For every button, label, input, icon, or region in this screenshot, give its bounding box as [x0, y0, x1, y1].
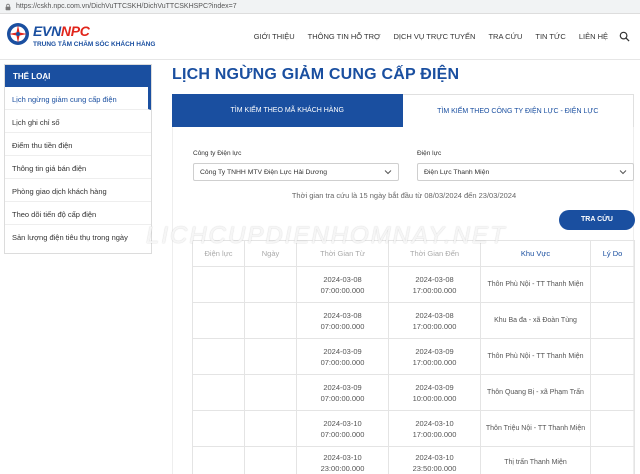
brand-tagline: TRUNG TÂM CHĂM SÓC KHÁCH HÀNG — [33, 41, 156, 48]
sidebar-item-san-luong-dien[interactable]: Sản lượng điện tiêu thụ trong ngày — [5, 225, 151, 248]
main-nav: GIỚI THIỆU THÔNG TIN HỖ TRỢ DỊCH VỤ TRỰC… — [241, 31, 630, 42]
from-cell: 2024-03-08 07:00:00.000 — [296, 302, 389, 339]
column-header-ngay: Ngày — [244, 240, 297, 267]
sidebar-item-lich-ngung-giam[interactable]: Lịch ngừng giảm cung cấp điện — [5, 87, 151, 110]
area-cell: Thôn Phù Nội - TT Thanh Miện — [480, 266, 591, 303]
nav-gioi-thieu[interactable]: GIỚI THIỆU — [254, 32, 295, 41]
table-row: 2024-03-08 07:00:00.000 2024-03-08 17:00:0… — [192, 302, 635, 339]
column-header-ly-do: Lý Do — [590, 240, 635, 267]
from-cell: 2024-03-09 07:00:00.000 — [296, 338, 389, 375]
to-cell: 2024-03-08 17:00:00.000 — [388, 302, 481, 339]
lock-icon — [5, 3, 11, 10]
to-cell: 2024-03-08 17:00:00.000 — [388, 266, 481, 303]
branch-select-value: Điện Lực Thanh Miện — [424, 169, 490, 176]
nav-lien-he[interactable]: LIÊN HỆ — [579, 32, 608, 41]
column-header-thoi-gian-tu: Thời Gian Từ — [296, 240, 389, 267]
table-row: 2024-03-08 07:00:00.000 2024-03-08 17:00:0… — [192, 266, 635, 303]
branch-label: Điện lực — [417, 150, 442, 157]
search-button[interactable]: TRA CỨU — [559, 210, 635, 230]
area-cell: Thôn Triệu Nội - TT Thanh Miện — [480, 410, 591, 447]
sidebar-item-lich-ghi-chi-so[interactable]: Lịch ghi chỉ số — [5, 110, 151, 133]
nav-thong-tin-ho-tro[interactable]: THÔNG TIN HỖ TRỢ — [308, 32, 381, 41]
table-row: 2024-03-10 07:00:00.000 2024-03-10 17:00:0… — [192, 410, 635, 447]
nav-tra-cuu[interactable]: TRA CỨU — [488, 32, 522, 41]
area-cell: Khu Ba đa - xã Đoàn Tùng — [480, 302, 591, 339]
sidebar-item-phong-giao-dich[interactable]: Phòng giao dịch khách hàng — [5, 179, 151, 202]
company-label: Công ty Điện lực — [193, 150, 242, 157]
brand-logo-text[interactable]: EVNNPC — [33, 23, 90, 39]
branch-select[interactable]: Điện Lực Thanh Miện — [417, 163, 634, 181]
search-tabs: TÌM KIẾM THEO MÃ KHÁCH HÀNG TÌM KIẾM THE… — [172, 94, 634, 127]
tab-search-by-company[interactable]: TÌM KIẾM THEO CÔNG TY ĐIỆN LỰC - ĐIỆN LỰ… — [402, 94, 634, 127]
from-cell: 2024-03-09 07:00:00.000 — [296, 374, 389, 411]
table-row: 2024-03-09 07:00:00.000 2024-03-09 10:00:0… — [192, 374, 635, 411]
url-text: https://cskh.npc.com.vn/DichVuTTCSKH/Dic… — [16, 3, 237, 10]
to-cell: 2024-03-10 17:00:00.000 — [388, 410, 481, 447]
to-cell: 2024-03-10 23:50:00.000 — [388, 446, 481, 474]
chevron-down-icon — [384, 170, 392, 175]
column-header-khu-vuc: Khu Vực — [480, 240, 591, 267]
company-select-value: Công Ty TNHH MTV Điện Lực Hải Dương — [200, 169, 328, 176]
table-row: 2024-03-10 23:00:00.000 2024-03-10 23:50:0… — [192, 446, 635, 474]
column-header-thoi-gian-den: Thời Gian Đến — [388, 240, 481, 267]
company-select[interactable]: Công Ty TNHH MTV Điện Lực Hải Dương — [193, 163, 399, 181]
chevron-down-icon — [619, 170, 627, 175]
to-cell: 2024-03-09 17:00:00.000 — [388, 338, 481, 375]
outage-schedule-table: Điện lực Ngày Thời Gian Từ Thời Gian Đến… — [192, 240, 635, 474]
from-cell: 2024-03-10 23:00:00.000 — [296, 446, 389, 474]
table-row: 2024-03-09 07:00:00.000 2024-03-09 17:00:0… — [192, 338, 635, 375]
site-header: EVNNPC TRUNG TÂM CHĂM SÓC KHÁCH HÀNG GIỚ… — [0, 14, 640, 60]
search-range-note: Thời gian tra cứu là 15 ngày bắt đầu từ … — [291, 191, 517, 200]
area-cell: Thôn Quang Bị - xã Phạm Trấn — [480, 374, 591, 411]
sidebar-title: THỂ LOẠI — [5, 65, 151, 87]
area-cell: Thôn Phù Nội - TT Thanh Miện — [480, 338, 591, 375]
category-sidebar: THỂ LOẠI Lịch ngừng giảm cung cấp điện L… — [4, 64, 152, 254]
area-cell: Thị trấn Thanh Miện — [480, 446, 591, 474]
evn-logo-icon[interactable] — [6, 22, 30, 46]
sidebar-item-tien-do-cap-dien[interactable]: Theo dõi tiến độ cấp điện — [5, 202, 151, 225]
browser-url-bar[interactable]: https://cskh.npc.com.vn/DichVuTTCSKH/Dic… — [0, 0, 640, 14]
nav-tin-tuc[interactable]: TIN TỨC — [535, 32, 565, 41]
from-cell: 2024-03-10 07:00:00.000 — [296, 410, 389, 447]
sidebar-item-gia-ban-dien[interactable]: Thông tin giá bán điện — [5, 156, 151, 179]
nav-dich-vu-truc-tuyen[interactable]: DỊCH VỤ TRỰC TUYẾN — [393, 32, 475, 41]
tab-search-by-customer-code[interactable]: TÌM KIẾM THEO MÃ KHÁCH HÀNG — [172, 94, 403, 127]
search-icon[interactable] — [619, 31, 630, 42]
column-header-dien-luc: Điện lực — [192, 240, 245, 267]
sidebar-item-diem-thu-tien-dien[interactable]: Điểm thu tiền điện — [5, 133, 151, 156]
page-title: LỊCH NGỪNG GIẢM CUNG CẤP ĐIỆN — [172, 66, 460, 83]
to-cell: 2024-03-09 10:00:00.000 — [388, 374, 481, 411]
from-cell: 2024-03-08 07:00:00.000 — [296, 266, 389, 303]
